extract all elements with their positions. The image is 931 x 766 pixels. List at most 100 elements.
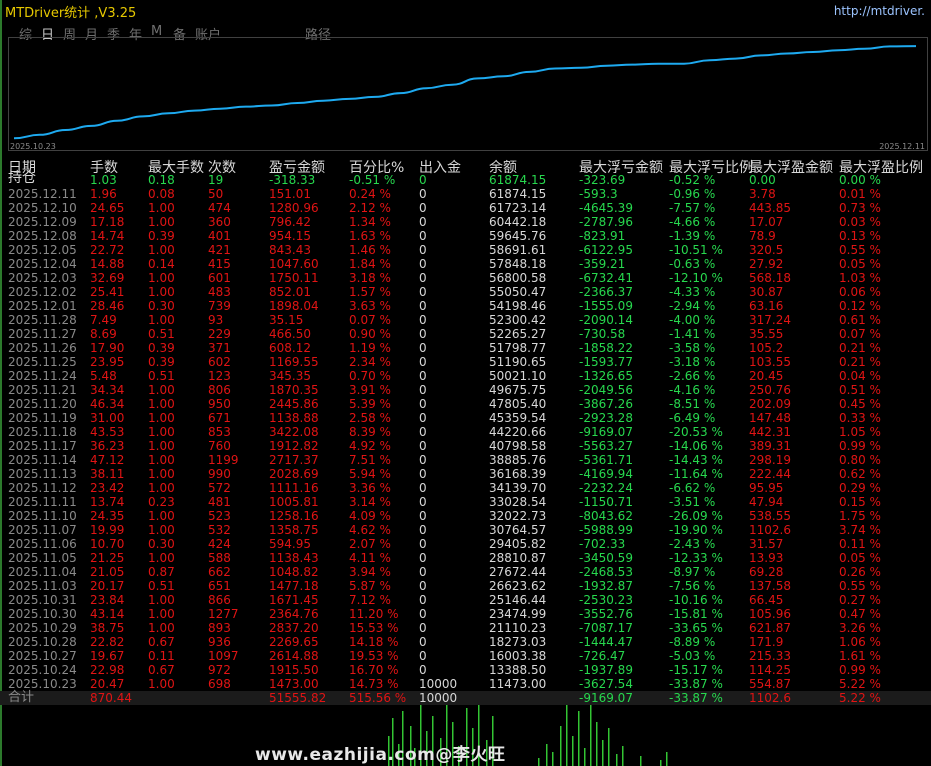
table-row[interactable]: 2025.11.26 17.90 0.39 371 608.12 1.19 % 0 51798… [0, 341, 931, 355]
cell-col-10: 27.92 [749, 257, 784, 271]
table-row[interactable]: 2025.11.10 24.35 1.00 523 1258.16 4.09 % 0 3202… [0, 509, 931, 523]
table-row[interactable]: 2025.12.09 17.18 1.00 360 796.42 1.34 % 0 60442… [0, 215, 931, 229]
cell-col-9: -14.43 % [669, 453, 723, 467]
cell-col-5: 1.63 % [349, 229, 391, 243]
cell-col-5: 3.18 % [349, 271, 391, 285]
cell-col-8: -2090.14 [579, 313, 633, 327]
table-row[interactable]: 2025.11.20 46.34 1.00 950 2445.86 5.39 % 0 4780… [0, 397, 931, 411]
table-row[interactable]: 2025.11.25 23.95 0.39 602 1169.55 2.34 % 0 5119… [0, 355, 931, 369]
cell-col-4: 1048.82 [269, 565, 319, 579]
cell-col-2: 1.00 [148, 411, 175, 425]
table-row[interactable]: 2025.11.11 13.74 0.23 481 1005.81 3.14 % 0 3302… [0, 495, 931, 509]
table-row[interactable]: 2025.11.27 8.69 0.51 229 466.50 0.90 % 0 52265.… [0, 327, 931, 341]
table-row[interactable]: 2025.12.03 32.69 1.00 601 1750.11 3.18 % 0 5680… [0, 271, 931, 285]
cell-col-4: 954.15 [269, 229, 311, 243]
cell-col-6: 0 [419, 327, 427, 341]
table-row[interactable]: 2025.12.08 14.74 0.39 401 954.15 1.63 % 0 59645… [0, 229, 931, 243]
website-link[interactable]: http://mtdriver. [834, 4, 925, 18]
cell-col-7: 44220.66 [489, 425, 547, 439]
cell-col-4: 345.35 [269, 369, 311, 383]
table-row[interactable]: 2025.11.21 34.34 1.00 806 1870.35 3.91 % 0 4967… [0, 383, 931, 397]
table-row[interactable]: 2025.11.04 21.05 0.87 662 1048.82 3.94 % 0 2767… [0, 565, 931, 579]
cell-col-11: 5.22 % [839, 677, 881, 691]
cell-col-10: 171.9 [749, 635, 784, 649]
cell-col-3: 360 [208, 215, 231, 229]
cell-col-8: -2530.23 [579, 593, 633, 607]
table-row[interactable]: 2025.12.11 1.96 0.08 50 151.01 0.24 % 0 61874.1… [0, 187, 931, 201]
cell-col-3: 893 [208, 621, 231, 635]
cell-col-5: 4.09 % [349, 509, 391, 523]
cell-col-9: -1.39 % [669, 229, 716, 243]
cell-col-7: 45359.54 [489, 411, 547, 425]
cell-col-0: 2025.12.09 [8, 215, 77, 229]
cell-col-9: -20.53 % [669, 425, 723, 439]
table-row[interactable]: 2025.11.24 5.48 0.51 123 345.35 0.70 % 0 50021.… [0, 369, 931, 383]
table-row[interactable]: 2025.12.04 14.88 0.14 415 1047.60 1.84 % 0 5784… [0, 257, 931, 271]
cell-col-3: 671 [208, 411, 231, 425]
cell-col-2: 1.00 [148, 551, 175, 565]
table-row[interactable]: 2025.10.23 20.47 1.00 698 1473.00 14.73 % 1000… [0, 677, 931, 691]
cell-col-2: 1.00 [148, 285, 175, 299]
table-row[interactable]: 2025.10.29 38.75 1.00 893 2837.20 15.53 % 0 211… [0, 621, 931, 635]
cell-col-11: 0.47 % [839, 607, 881, 621]
cell-col-10: 621.87 [749, 621, 791, 635]
table-row[interactable]: 2025.11.14 47.12 1.00 1199 2717.37 7.51 % 0 388… [0, 453, 931, 467]
cell-col-1: 24.65 [90, 201, 125, 215]
table-row[interactable]: 2025.10.28 22.82 0.67 936 2269.65 14.18 % 0 182… [0, 635, 931, 649]
cell-col-5: 2.34 % [349, 355, 391, 369]
table-row[interactable]: 2025.12.02 25.41 1.00 483 852.01 1.57 % 0 55050… [0, 285, 931, 299]
cell-col-10: 443.85 [749, 201, 791, 215]
cell-col-4: 2445.86 [269, 397, 319, 411]
table-row[interactable]: 2025.10.27 19.67 0.11 1097 2614.88 19.53 % 0 16… [0, 649, 931, 663]
cell-col-5: 1.19 % [349, 341, 391, 355]
table-row[interactable]: 2025.11.07 19.99 1.00 532 1358.75 4.62 % 0 3076… [0, 523, 931, 537]
cell-col-4: 608.12 [269, 341, 311, 355]
cell-col-5: 14.18 % [349, 635, 399, 649]
cell-col-0: 2025.11.14 [8, 453, 77, 467]
table-row[interactable]: 2025.11.03 20.17 0.51 651 1477.18 5.87 % 0 2662… [0, 579, 931, 593]
table-row[interactable]: 2025.10.31 23.84 1.00 866 1671.45 7.12 % 0 2514… [0, 593, 931, 607]
table-row[interactable]: 2025.11.12 23.42 1.00 572 1111.16 3.36 % 0 3413… [0, 481, 931, 495]
cell-col-8: -3867.26 [579, 397, 633, 411]
table-row[interactable]: 2025.11.28 7.49 1.00 93 35.15 0.07 % 0 52300.42… [0, 313, 931, 327]
cell-col-9: -0.96 % [669, 187, 716, 201]
table-row[interactable]: 2025.11.19 31.00 1.00 671 1138.88 2.58 % 0 4535… [0, 411, 931, 425]
table-row[interactable]: 2025.11.18 43.53 1.00 853 3422.08 8.39 % 0 4422… [0, 425, 931, 439]
table-row[interactable]: 2025.11.06 10.70 0.30 424 594.95 2.07 % 0 29405… [0, 537, 931, 551]
cell-col-9: -12.10 % [669, 271, 723, 285]
cell-col-5: 0.24 % [349, 187, 391, 201]
table-row[interactable]: 2025.10.24 22.98 0.67 972 1915.50 16.70 % 0 133… [0, 663, 931, 677]
cell-col-8: -1150.71 [579, 495, 633, 509]
cell-col-0: 2025.12.08 [8, 229, 77, 243]
cell-col-5: 5.94 % [349, 467, 391, 481]
cell-col-7: 27672.44 [489, 565, 547, 579]
cell-col-8: -7087.17 [579, 621, 633, 635]
cell-col-11: 0.80 % [839, 453, 881, 467]
watermark: www.eazhijia.com@李火旺 [255, 745, 506, 765]
cell-col-0: 2025.11.12 [8, 481, 77, 495]
cell-col-6: 0 [419, 551, 427, 565]
cell-col-5: 1.84 % [349, 257, 391, 271]
cell-col-0: 2025.10.27 [8, 649, 77, 663]
table-row[interactable]: 2025.12.10 24.65 1.00 474 1280.96 2.12 % 0 6172… [0, 201, 931, 215]
table-row[interactable]: 2025.12.01 28.46 0.30 739 1898.04 3.63 % 0 5419… [0, 299, 931, 313]
cell-col-7: 16003.38 [489, 649, 547, 663]
cell-col-9: -19.90 % [669, 523, 723, 537]
cell-col-7: 51190.65 [489, 355, 547, 369]
cell-col-7: 21110.23 [489, 621, 547, 635]
cell-col-10: 215.33 [749, 649, 791, 663]
cell-col-1: 23.84 [90, 593, 125, 607]
table-row[interactable]: 2025.12.05 22.72 1.00 421 843.43 1.46 % 0 58691… [0, 243, 931, 257]
table-row[interactable]: 2025.11.17 36.23 1.00 760 1912.82 4.92 % 0 4079… [0, 439, 931, 453]
cell-col-6: 0 [419, 467, 427, 481]
cell-col-10: 20.45 [749, 369, 784, 383]
table-row[interactable]: 2025.10.30 43.14 1.00 1277 2364.76 11.20 % 0 23… [0, 607, 931, 621]
cell-col-3: 950 [208, 397, 231, 411]
cell-col-8: -4645.39 [579, 201, 633, 215]
table-row[interactable]: 2025.11.05 21.25 1.00 588 1138.43 4.11 % 0 2881… [0, 551, 931, 565]
cell-col-1: 43.14 [90, 607, 125, 621]
cell-col-0: 2025.11.25 [8, 355, 77, 369]
table-row[interactable]: 2025.11.13 38.11 1.00 990 2028.69 5.94 % 0 3616… [0, 467, 931, 481]
cell-col-0: 2025.11.10 [8, 509, 77, 523]
cell-col-1: 1.96 [90, 187, 117, 201]
